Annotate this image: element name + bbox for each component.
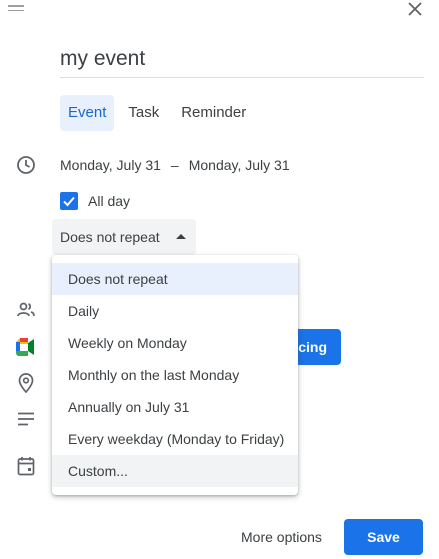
drag-handle-icon[interactable] xyxy=(8,5,24,13)
repeat-option-annually[interactable]: Annually on July 31 xyxy=(52,391,298,423)
repeat-selected-value: Does not repeat xyxy=(60,229,160,245)
date-row: Monday, July 31 – Monday, July 31 xyxy=(60,156,290,174)
repeat-option-monthly[interactable]: Monthly on the last Monday xyxy=(52,359,298,391)
repeat-select[interactable]: Does not repeat xyxy=(52,219,196,255)
people-icon xyxy=(15,299,37,321)
start-date[interactable]: Monday, July 31 xyxy=(60,156,161,174)
all-day-checkbox[interactable] xyxy=(60,192,78,210)
calendar-icon xyxy=(15,455,37,477)
repeat-option-does-not-repeat[interactable]: Does not repeat xyxy=(52,263,298,295)
all-day-row: All day xyxy=(60,192,130,210)
event-title-field[interactable]: my event xyxy=(60,44,424,78)
tab-reminder[interactable]: Reminder xyxy=(173,95,254,131)
meet-icon xyxy=(15,336,37,358)
save-button[interactable]: Save xyxy=(344,519,423,555)
repeat-option-daily[interactable]: Daily xyxy=(52,295,298,327)
repeat-option-weekly[interactable]: Weekly on Monday xyxy=(52,327,298,359)
tab-task[interactable]: Task xyxy=(120,95,167,131)
all-day-label: All day xyxy=(88,193,131,209)
description-icon xyxy=(15,408,37,430)
close-icon[interactable] xyxy=(405,0,425,18)
event-title-value: my event xyxy=(60,47,146,70)
repeat-option-every-weekday[interactable]: Every weekday (Monday to Friday) xyxy=(52,423,298,455)
repeat-option-custom[interactable]: Custom... xyxy=(52,455,298,487)
date-separator: – xyxy=(170,157,179,173)
location-icon xyxy=(15,372,37,394)
repeat-dropdown-menu: Does not repeat Daily Weekly on Monday M… xyxy=(52,255,298,495)
end-date[interactable]: Monday, July 31 xyxy=(189,156,290,174)
event-type-tabs: Event Task Reminder xyxy=(60,95,254,131)
add-conferencing-label: cing xyxy=(298,339,327,355)
clock-icon xyxy=(15,154,37,176)
more-options-button[interactable]: More options xyxy=(232,519,331,555)
caret-up-icon xyxy=(176,234,186,239)
tab-event[interactable]: Event xyxy=(60,95,115,131)
